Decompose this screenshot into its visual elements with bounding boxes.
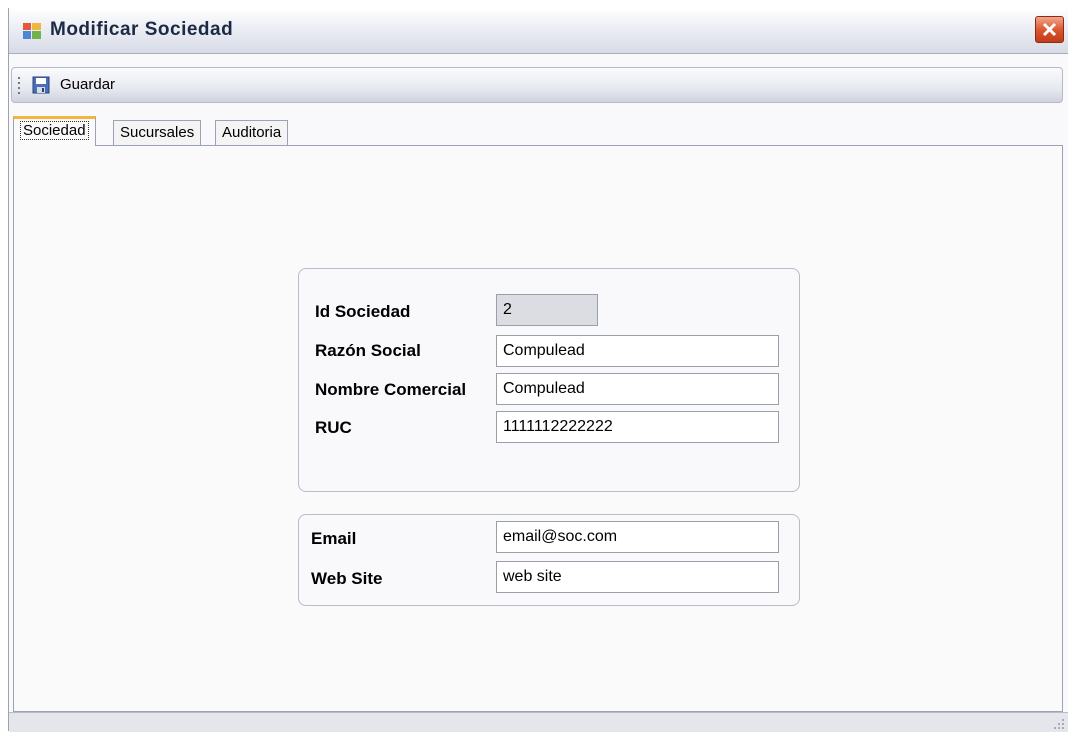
floppy-disk-icon [32, 76, 50, 94]
close-button[interactable] [1035, 16, 1064, 43]
razon-social-label: Razón Social [315, 341, 421, 360]
nombre-comercial-field[interactable]: Compulead [496, 373, 779, 405]
id-sociedad-field: 2 [496, 294, 598, 326]
toolbar: Guardar [11, 67, 1063, 103]
website-label: Web Site [311, 569, 383, 588]
company-info-group: Id Sociedad 2 Razón Social Compulead Nom… [298, 268, 800, 492]
tab-auditoria-label: Auditoria [222, 124, 282, 141]
tab-sociedad-label: Sociedad [20, 121, 89, 140]
ruc-field[interactable]: 1111112222222 [496, 411, 779, 443]
contact-info-group: Email email@soc.com Web Site web site [298, 514, 800, 606]
email-field[interactable]: email@soc.com [496, 521, 779, 553]
save-button-label: Guardar [60, 76, 116, 93]
save-button[interactable]: Guardar [28, 72, 148, 98]
close-icon [1042, 22, 1057, 37]
resize-grip-icon[interactable] [1053, 718, 1065, 730]
razon-social-field[interactable]: Compulead [496, 335, 779, 367]
window-app-icon [23, 23, 41, 39]
website-field[interactable]: web site [496, 561, 779, 593]
tab-sociedad[interactable]: Sociedad [13, 116, 96, 146]
window-title: Modificar Sociedad [50, 19, 234, 40]
email-label: Email [311, 529, 357, 548]
id-sociedad-label: Id Sociedad [315, 302, 411, 321]
nombre-comercial-label: Nombre Comercial [315, 380, 467, 399]
modificar-sociedad-window: Modificar Sociedad Guardar Sociedad Sucu… [8, 8, 1068, 732]
title-bar[interactable]: Modificar Sociedad [9, 8, 1068, 54]
tab-page-sociedad: Id Sociedad 2 Razón Social Compulead Nom… [13, 145, 1063, 712]
status-bar [9, 712, 1068, 732]
tab-sucursales[interactable]: Sucursales [113, 120, 202, 146]
tab-strip: Sociedad Sucursales Auditoria [13, 116, 1063, 146]
ruc-label: RUC [315, 418, 352, 437]
tab-sucursales-label: Sucursales [120, 124, 195, 141]
toolbar-grip-icon[interactable] [18, 77, 21, 95]
tab-auditoria[interactable]: Auditoria [215, 120, 289, 146]
